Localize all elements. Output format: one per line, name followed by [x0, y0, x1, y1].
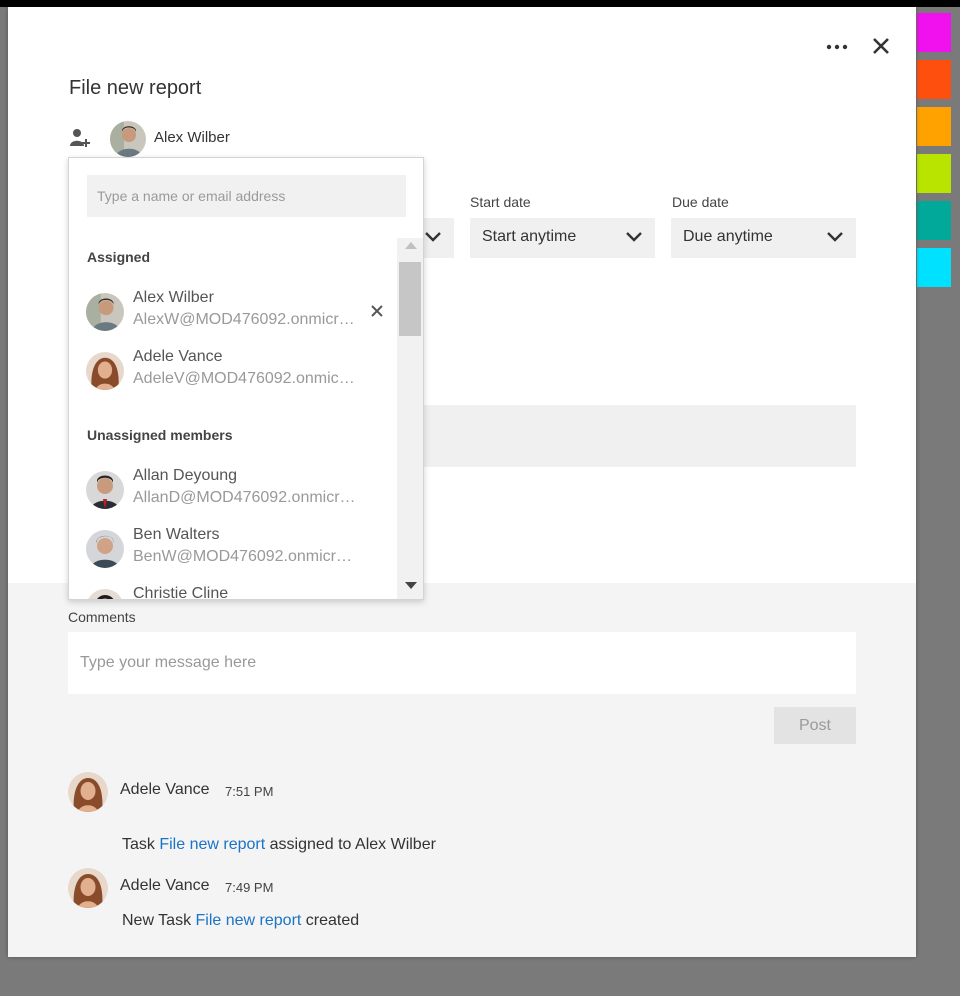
activity-time: 7:51 PM: [225, 784, 274, 799]
task-title[interactable]: File new report: [69, 77, 201, 100]
activity-author: Adele Vance: [120, 877, 210, 894]
assignee-avatar[interactable]: [110, 121, 146, 157]
member-email: AdeleV@MOD476092.onmicrosoft.com: [133, 370, 357, 387]
comment-input[interactable]: [68, 632, 856, 694]
unassigned-members-heading: Unassigned members: [87, 427, 233, 443]
start-date-label: Start date: [470, 194, 531, 210]
member-row-ben-walters[interactable]: Ben Walters BenW@MOD476092.onmicrosoft.c…: [69, 524, 397, 580]
due-date-select[interactable]: Due anytime: [671, 218, 856, 258]
close-icon[interactable]: [871, 36, 891, 56]
people-search-input[interactable]: [87, 175, 406, 217]
due-date-label: Due date: [672, 194, 729, 210]
top-bar: [0, 0, 960, 7]
comments-label: Comments: [68, 609, 136, 625]
activity-time: 7:49 PM: [225, 880, 274, 895]
task-link[interactable]: File new report: [159, 836, 265, 853]
assignee-name: Alex Wilber: [154, 129, 230, 146]
avatar: [86, 589, 124, 599]
color-swatch-teal[interactable]: [917, 201, 951, 240]
chevron-down-icon: [826, 230, 844, 244]
more-options-icon[interactable]: [825, 37, 849, 57]
color-swatch-magenta[interactable]: [917, 13, 951, 52]
scroll-thumb[interactable]: [399, 262, 421, 336]
member-name: Ben Walters: [133, 526, 220, 543]
task-link[interactable]: File new report: [196, 912, 302, 929]
add-assignee-icon[interactable]: [69, 127, 91, 149]
start-date-select[interactable]: Start anytime: [470, 218, 655, 258]
color-swatch-cyan[interactable]: [917, 248, 951, 287]
avatar: [86, 471, 124, 509]
member-row-adele-vance[interactable]: Adele Vance AdeleV@MOD476092.onmicrosoft…: [69, 346, 397, 402]
member-name: Allan Deyoung: [133, 467, 238, 484]
activity-text-prefix: New Task: [122, 912, 196, 929]
assignee-picker-dropdown: Assigned Alex Wilber AlexW@MOD476092.onm…: [68, 157, 424, 600]
member-name: Alex Wilber: [133, 289, 214, 306]
start-date-value: Start anytime: [482, 228, 577, 245]
chevron-down-icon: [424, 230, 442, 244]
post-button[interactable]: Post: [774, 707, 856, 744]
activity-author-avatar: [68, 772, 108, 812]
activity-message: Task File new report assigned to Alex Wi…: [122, 836, 436, 854]
avatar: [86, 293, 124, 331]
activity-author: Adele Vance: [120, 781, 210, 798]
activity-author-avatar: [68, 868, 108, 908]
member-email: AllanD@MOD476092.onmicrosoft.com: [133, 489, 357, 506]
member-row-alex-wilber[interactable]: Alex Wilber AlexW@MOD476092.onmicrosoft.…: [69, 287, 397, 343]
member-email: AlexW@MOD476092.onmicrosoft.com: [133, 311, 357, 328]
member-row-christie-cline[interactable]: Christie Cline: [69, 583, 397, 600]
activity-message: New Task File new report created: [122, 912, 359, 930]
assigned-heading: Assigned: [87, 249, 151, 265]
avatar: [86, 352, 124, 390]
color-swatch-lime[interactable]: [917, 154, 951, 193]
scroll-down-arrow-icon[interactable]: [405, 582, 417, 589]
remove-assignee-icon[interactable]: [370, 304, 384, 318]
picker-scrollbar[interactable]: [397, 238, 423, 599]
color-swatch-orange-red[interactable]: [917, 60, 951, 99]
activity-text-suffix: assigned to Alex Wilber: [265, 836, 436, 853]
chevron-down-icon: [625, 230, 643, 244]
avatar: [86, 530, 124, 568]
description-field[interactable]: [422, 405, 856, 467]
member-name: Adele Vance: [133, 348, 223, 365]
color-swatch-orange[interactable]: [917, 107, 951, 146]
scroll-up-arrow-icon[interactable]: [405, 242, 417, 249]
member-row-allan-deyoung[interactable]: Allan Deyoung AllanD@MOD476092.onmicroso…: [69, 465, 397, 521]
member-email: BenW@MOD476092.onmicrosoft.com: [133, 548, 357, 565]
activity-text-suffix: created: [301, 912, 360, 929]
due-date-value: Due anytime: [683, 228, 773, 245]
member-name: Christie Cline: [133, 585, 229, 600]
activity-text-prefix: Task: [122, 836, 160, 853]
